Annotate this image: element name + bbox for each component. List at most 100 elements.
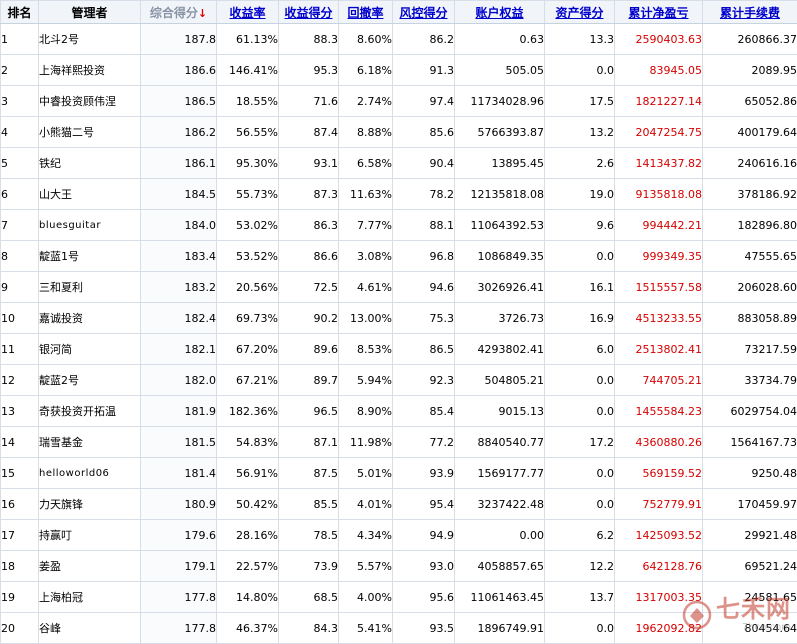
cell-composite: 180.9 <box>141 489 217 520</box>
column-header-risk-score[interactable]: 风控得分 <box>393 1 455 24</box>
cell-risk-score: 95.4 <box>393 489 455 520</box>
cell-return-score: 84.3 <box>279 613 339 644</box>
cell-net-profit: 2513802.41 <box>615 334 703 365</box>
cell-net-profit: 1317003.35 <box>615 582 703 613</box>
cell-manager: 嘉诚投资 <box>39 303 141 334</box>
cell-drawdown: 8.90% <box>339 396 393 427</box>
cell-fees: 240616.16 <box>703 148 797 179</box>
column-header-label: 账户权益 <box>475 6 523 20</box>
cell-return-rate: 22.57% <box>217 551 279 582</box>
cell-risk-score: 94.9 <box>393 520 455 551</box>
cell-return-rate: 54.83% <box>217 427 279 458</box>
column-header-return-rate[interactable]: 收益率 <box>217 1 279 24</box>
cell-manager: 奇获投资开拓温 <box>39 396 141 427</box>
cell-equity: 1896749.91 <box>455 613 545 644</box>
cell-return-rate: 18.55% <box>217 86 279 117</box>
table-row: 12靛蓝2号182.067.21%89.75.94%92.3504805.210… <box>1 365 797 396</box>
table-row: 2上海祥熙投资186.6146.41%95.36.18%91.3505.050.… <box>1 55 797 86</box>
cell-net-profit: 1455584.23 <box>615 396 703 427</box>
cell-return-rate: 56.91% <box>217 458 279 489</box>
column-header-return-score[interactable]: 收益得分 <box>279 1 339 24</box>
cell-risk-score: 86.5 <box>393 334 455 365</box>
cell-fees: 1564167.73 <box>703 427 797 458</box>
cell-asset-score: 12.2 <box>545 551 615 582</box>
cell-return-rate: 69.73% <box>217 303 279 334</box>
cell-composite: 186.2 <box>141 117 217 148</box>
cell-net-profit: 1413437.82 <box>615 148 703 179</box>
column-header-label: 风控得分 <box>399 6 447 20</box>
cell-net-profit: 83945.05 <box>615 55 703 86</box>
cell-asset-score: 0.0 <box>545 55 615 86</box>
column-header-net-profit[interactable]: 累计净盈亏 <box>615 1 703 24</box>
cell-equity: 1086849.35 <box>455 241 545 272</box>
cell-asset-score: 0.0 <box>545 396 615 427</box>
column-header-label: 收益得分 <box>284 6 332 20</box>
cell-fees: 65052.86 <box>703 86 797 117</box>
cell-return-score: 86.6 <box>279 241 339 272</box>
cell-manager: 铁纪 <box>39 148 141 179</box>
column-header-asset-score[interactable]: 资产得分 <box>545 1 615 24</box>
cell-equity: 12135818.08 <box>455 179 545 210</box>
cell-drawdown: 5.57% <box>339 551 393 582</box>
cell-return-rate: 61.13% <box>217 24 279 55</box>
cell-manager: 上海柏冠 <box>39 582 141 613</box>
table-row: 18姜盈179.122.57%73.95.57%93.04058857.6512… <box>1 551 797 582</box>
cell-equity: 13895.45 <box>455 148 545 179</box>
cell-rank: 3 <box>1 86 39 117</box>
cell-equity: 0.63 <box>455 24 545 55</box>
cell-fees: 170459.97 <box>703 489 797 520</box>
cell-fees: 29921.48 <box>703 520 797 551</box>
table-row: 14瑞雪基金181.554.83%87.111.98%77.28840540.7… <box>1 427 797 458</box>
cell-return-score: 85.5 <box>279 489 339 520</box>
cell-net-profit: 569159.52 <box>615 458 703 489</box>
cell-net-profit: 4513233.55 <box>615 303 703 334</box>
cell-return-rate: 50.42% <box>217 489 279 520</box>
cell-net-profit: 1821227.14 <box>615 86 703 117</box>
cell-equity: 4058857.65 <box>455 551 545 582</box>
column-header-fees[interactable]: 累计手续费 <box>703 1 797 24</box>
cell-net-profit: 642128.76 <box>615 551 703 582</box>
column-header-rank: 排名 <box>1 1 39 24</box>
cell-manager: 银河简 <box>39 334 141 365</box>
cell-composite: 184.0 <box>141 210 217 241</box>
cell-fees: 260866.37 <box>703 24 797 55</box>
cell-risk-score: 90.4 <box>393 148 455 179</box>
column-header-drawdown[interactable]: 回撤率 <box>339 1 393 24</box>
cell-asset-score: 17.2 <box>545 427 615 458</box>
cell-drawdown: 8.53% <box>339 334 393 365</box>
cell-composite: 183.4 <box>141 241 217 272</box>
cell-asset-score: 13.2 <box>545 117 615 148</box>
cell-asset-score: 13.3 <box>545 24 615 55</box>
cell-composite: 187.8 <box>141 24 217 55</box>
cell-return-score: 89.6 <box>279 334 339 365</box>
cell-equity: 3237422.48 <box>455 489 545 520</box>
cell-composite: 177.8 <box>141 613 217 644</box>
cell-return-score: 87.5 <box>279 458 339 489</box>
cell-risk-score: 94.6 <box>393 272 455 303</box>
cell-asset-score: 6.0 <box>545 334 615 365</box>
cell-drawdown: 2.74% <box>339 86 393 117</box>
cell-return-rate: 14.80% <box>217 582 279 613</box>
sort-desc-arrow-icon[interactable]: ↓ <box>198 7 207 20</box>
cell-asset-score: 6.2 <box>545 520 615 551</box>
cell-equity: 9015.13 <box>455 396 545 427</box>
cell-asset-score: 19.0 <box>545 179 615 210</box>
column-header-composite[interactable]: 综合得分↓ <box>141 1 217 24</box>
cell-risk-score: 86.2 <box>393 24 455 55</box>
cell-net-profit: 994442.21 <box>615 210 703 241</box>
cell-equity: 11734028.96 <box>455 86 545 117</box>
cell-drawdown: 8.88% <box>339 117 393 148</box>
cell-fees: 6029754.04 <box>703 396 797 427</box>
cell-return-score: 95.3 <box>279 55 339 86</box>
column-header-equity[interactable]: 账户权益 <box>455 1 545 24</box>
cell-risk-score: 85.6 <box>393 117 455 148</box>
cell-return-score: 96.5 <box>279 396 339 427</box>
cell-rank: 4 <box>1 117 39 148</box>
table-row: 19上海柏冠177.814.80%68.54.00%95.611061463.4… <box>1 582 797 613</box>
cell-asset-score: 0.0 <box>545 489 615 520</box>
cell-asset-score: 9.6 <box>545 210 615 241</box>
cell-net-profit: 4360880.26 <box>615 427 703 458</box>
cell-net-profit: 1425093.52 <box>615 520 703 551</box>
cell-return-score: 89.7 <box>279 365 339 396</box>
cell-return-rate: 53.02% <box>217 210 279 241</box>
